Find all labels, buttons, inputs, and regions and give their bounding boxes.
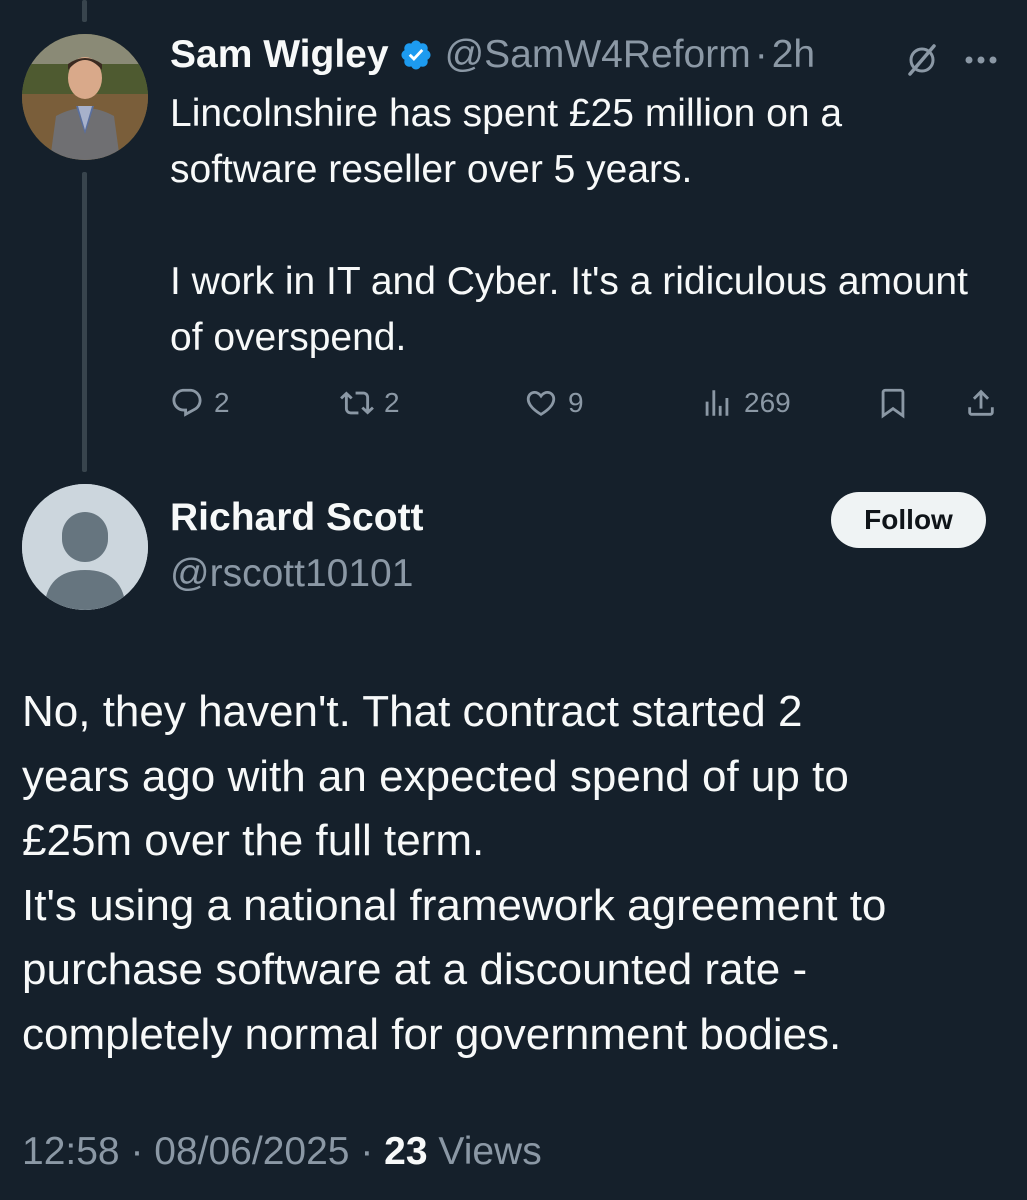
views-icon — [705, 390, 729, 416]
post-timestamp[interactable]: 12:58 — [22, 1130, 120, 1173]
like-button[interactable]: 9 — [524, 382, 584, 424]
post-line: No, they haven't. That contract started … — [22, 687, 803, 736]
views-label: Views — [428, 1130, 542, 1173]
reply-button[interactable]: 2 — [170, 382, 230, 424]
separator: · — [119, 1130, 155, 1173]
share-button[interactable] — [964, 382, 998, 424]
post-date[interactable]: 08/06/2025 — [154, 1130, 349, 1173]
follow-button[interactable]: Follow — [831, 492, 986, 548]
author-name[interactable]: Richard Scott — [170, 496, 424, 540]
avatar[interactable] — [22, 34, 148, 160]
post-paragraph: I work in IT and Cyber. It's a ridiculou… — [170, 260, 968, 359]
author-handle[interactable]: @rscott10101 — [170, 552, 413, 596]
heart-icon — [526, 390, 556, 416]
verified-badge-icon[interactable] — [399, 38, 433, 72]
post-meta: 12:58 · 08/06/2025 · 23 Views — [22, 1130, 542, 1174]
thread-line — [82, 172, 87, 472]
bookmark-icon — [881, 388, 905, 419]
repost-button[interactable]: 2 — [340, 382, 400, 424]
post-text: No, they haven't. That contract started … — [22, 680, 1012, 1067]
default-avatar-icon — [22, 484, 148, 610]
post-header: Sam Wigley @SamW4Reform · 2h — [170, 30, 815, 80]
post-paragraph: Lincolnshire has spent £25 million on a … — [170, 92, 843, 191]
post-text: Lincolnshire has spent £25 million on a … — [170, 86, 1000, 366]
avatar[interactable] — [22, 484, 148, 610]
post-line: purchase software at a discounted rate - — [22, 945, 808, 994]
like-count: 9 — [568, 387, 584, 418]
post-line: £25m over the full term. — [22, 816, 485, 865]
post-time[interactable]: 2h — [772, 33, 815, 77]
grok-icon[interactable] — [904, 42, 940, 78]
post-line: years ago with an expected spend of up t… — [22, 751, 849, 801]
post-detail-page: Sam Wigley @SamW4Reform · 2h Lincolnshir… — [0, 0, 1027, 1200]
repost-count: 2 — [384, 387, 400, 418]
views-count: 269 — [744, 387, 791, 418]
views-label-text: Views — [438, 1130, 542, 1173]
more-icon[interactable] — [960, 40, 1002, 80]
views-total: 23 — [384, 1130, 428, 1173]
separator: · — [754, 33, 768, 76]
share-icon — [968, 389, 994, 416]
avatar-photo — [22, 34, 148, 160]
views-button[interactable]: 269 — [700, 382, 791, 424]
post-line: It's using a national framework agreemen… — [22, 880, 887, 930]
author-name[interactable]: Sam Wigley — [170, 33, 389, 77]
post-line: completely normal for government bodies. — [22, 1009, 842, 1059]
reply-count: 2 — [214, 387, 230, 418]
reply-icon — [172, 388, 202, 417]
separator: · — [349, 1130, 385, 1173]
bookmark-button[interactable] — [876, 382, 910, 424]
author-handle[interactable]: @SamW4Reform — [445, 33, 751, 77]
thread-line — [82, 0, 87, 22]
repost-icon — [340, 391, 374, 415]
